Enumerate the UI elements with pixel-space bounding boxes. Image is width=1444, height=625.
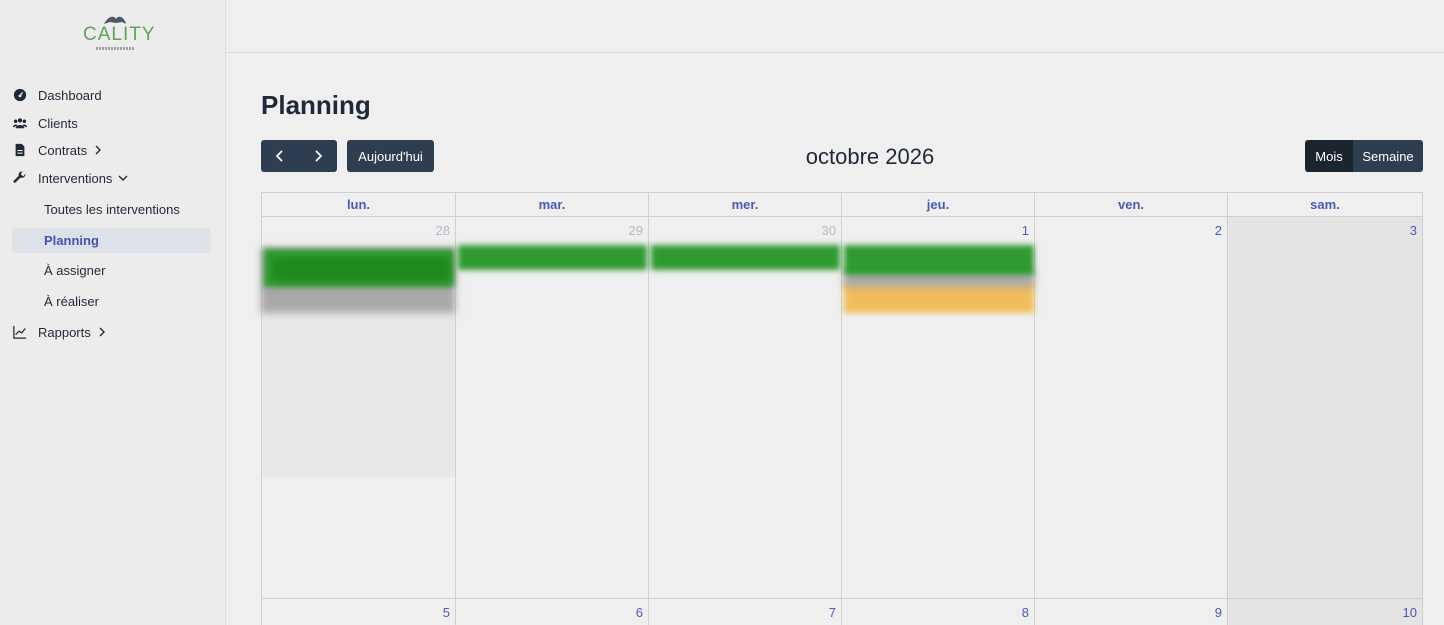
day-number: 5 — [442, 605, 450, 620]
chart-line-icon — [12, 324, 28, 340]
calendar-month-title: octobre 2026 — [805, 144, 935, 169]
sidebar-item-interventions[interactable]: Interventions — [12, 165, 128, 191]
calendar-event-blurred[interactable] — [844, 245, 1034, 275]
view-switcher: Mois Semaine — [1305, 140, 1423, 172]
calendar-grid: lun. mar. mer. jeu. ven. sam. 28 29 30 1… — [261, 192, 1423, 625]
calendar-nav-group — [261, 140, 337, 172]
day-cell[interactable]: 7 — [649, 599, 842, 625]
weekday-header: jeu. — [842, 193, 1035, 217]
day-number: 8 — [1021, 605, 1029, 620]
day-number: 6 — [635, 605, 643, 620]
document-icon — [12, 142, 28, 158]
sidebar-item-label: Clients — [38, 115, 78, 131]
prev-month-button[interactable] — [261, 140, 299, 172]
day-cell[interactable]: 30 — [649, 217, 842, 599]
day-cell[interactable]: 9 — [1035, 599, 1228, 625]
day-number: 29 — [628, 223, 643, 238]
sidebar-item-label: Contrats — [38, 142, 88, 158]
day-cell[interactable]: 3 — [1228, 217, 1423, 599]
sidebar-item-label: Interventions — [38, 170, 113, 186]
users-icon — [12, 115, 28, 131]
view-month-button[interactable]: Mois — [1305, 140, 1353, 172]
day-number: 3 — [1409, 223, 1417, 238]
calendar-event-blurred[interactable] — [272, 257, 450, 281]
day-number: 28 — [435, 223, 450, 238]
chevron-right-icon — [315, 150, 323, 162]
sidebar-subitem-label: Planning — [44, 233, 99, 248]
day-cell[interactable]: 29 — [456, 217, 649, 599]
chevron-right-icon — [93, 145, 103, 155]
calendar-event-blurred[interactable] — [458, 245, 647, 270]
weekday-header: ven. — [1035, 193, 1228, 217]
sidebar-item-label: Rapports — [38, 324, 91, 340]
logo-text: CALITY — [83, 24, 156, 45]
day-cell[interactable]: 8 — [842, 599, 1035, 625]
day-number: 30 — [821, 223, 836, 238]
view-week-button[interactable]: Semaine — [1353, 140, 1423, 172]
sidebar-subitem-planning[interactable]: Planning — [12, 228, 211, 253]
top-bar — [226, 0, 1444, 53]
sidebar-item-dashboard[interactable]: Dashboard — [12, 82, 102, 108]
chevron-down-icon — [118, 173, 128, 183]
weekday-header: mer. — [649, 193, 842, 217]
sidebar-subitem-to-do[interactable]: À réaliser — [12, 289, 211, 314]
sidebar-subitem-label: À assigner — [44, 263, 106, 278]
sidebar-item-label: Dashboard — [38, 87, 102, 103]
sidebar-subitem-to-assign[interactable]: À assigner — [12, 258, 211, 283]
sidebar-subitem-all-interventions[interactable]: Toutes les interventions — [12, 197, 211, 222]
sidebar: CALITY Dashboard Clients Contrats Interv… — [0, 0, 226, 625]
gauge-icon — [12, 87, 28, 103]
today-button[interactable]: Aujourd'hui — [347, 140, 434, 172]
logo-tagline — [96, 47, 134, 50]
sidebar-item-rapports[interactable]: Rapports — [12, 319, 107, 345]
weekday-header: sam. — [1228, 193, 1423, 217]
sidebar-subitem-label: Toutes les interventions — [44, 202, 180, 217]
wrench-icon — [12, 170, 28, 186]
day-number: 1 — [1021, 223, 1029, 238]
chevron-left-icon — [275, 150, 283, 162]
day-number: 9 — [1214, 605, 1222, 620]
day-cell[interactable]: 2 — [1035, 217, 1228, 599]
weekday-header: lun. — [262, 193, 456, 217]
sidebar-lower-panel — [6, 345, 210, 613]
sidebar-item-contrats[interactable]: Contrats — [12, 137, 103, 163]
weekday-header: mar. — [456, 193, 649, 217]
chevron-right-icon — [97, 327, 107, 337]
sidebar-subitem-label: À réaliser — [44, 294, 99, 309]
sidebar-item-clients[interactable]: Clients — [12, 110, 78, 136]
calendar-event-blurred[interactable] — [651, 245, 840, 270]
day-cell[interactable]: 5 — [262, 599, 456, 625]
next-month-button[interactable] — [299, 140, 337, 172]
day-number: 2 — [1214, 223, 1222, 238]
app-logo[interactable]: CALITY — [80, 14, 155, 56]
day-number: 7 — [828, 605, 836, 620]
page-title: Planning — [261, 90, 371, 120]
day-cell[interactable]: 10 — [1228, 599, 1423, 625]
day-number: 10 — [1402, 605, 1417, 620]
day-cell[interactable]: 6 — [456, 599, 649, 625]
